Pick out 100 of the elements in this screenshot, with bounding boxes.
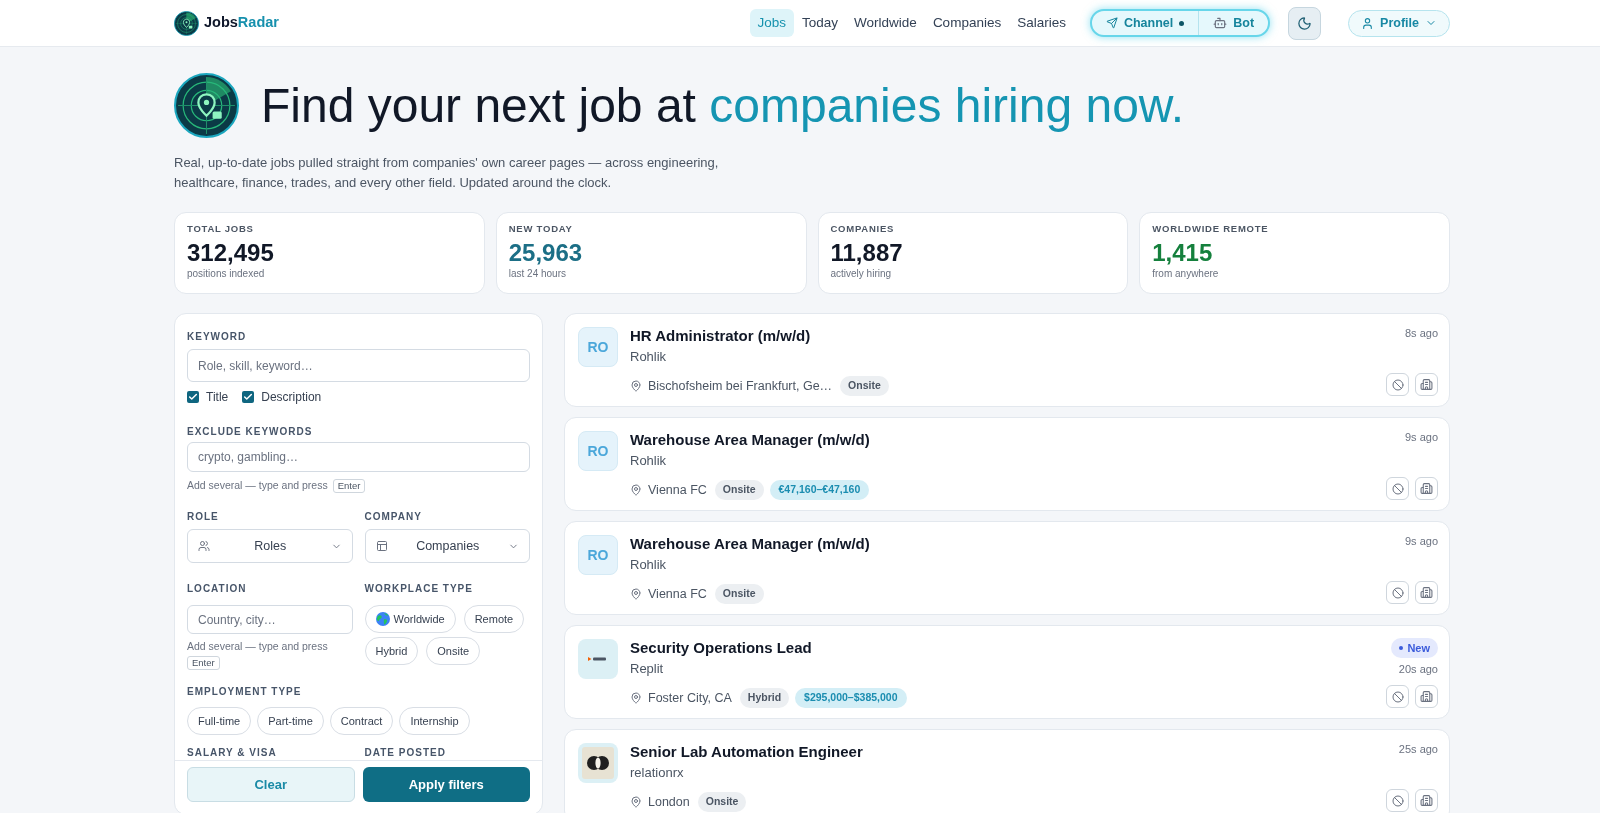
checkbox-option[interactable]: Description <box>242 388 322 406</box>
company-select[interactable]: Companies <box>364 529 530 563</box>
posted-time: 25s ago <box>1398 742 1438 756</box>
section-label: SALARY & VISA <box>187 747 278 759</box>
job-title: Warehouse Area Manager (m/w/d) <box>630 534 871 554</box>
workplace-tag: Onsite <box>714 584 764 604</box>
brand-name[interactable]: JobsRadar <box>204 12 279 34</box>
stat-note: positions indexed <box>187 268 266 280</box>
nav-link[interactable]: Companies <box>924 9 1010 37</box>
job-title: Warehouse Area Manager (m/w/d) <box>630 430 871 450</box>
workplace-tag: Hybrid <box>739 688 790 708</box>
checkbox-option[interactable]: Title <box>187 388 229 406</box>
posted-time: 9s ago <box>1404 534 1438 548</box>
nav-link[interactable]: Salaries <box>1009 9 1074 37</box>
company-name: Rohlik <box>630 556 668 574</box>
stat-note: actively hiring <box>830 268 893 280</box>
exclude-input[interactable]: crypto, gambling… <box>187 442 530 472</box>
filter-chip[interactable]: Remote <box>463 605 525 633</box>
company-page-button[interactable] <box>1415 477 1438 500</box>
check-icon <box>188 392 198 402</box>
posted-time: 8s ago <box>1404 326 1438 340</box>
building-icon <box>1420 690 1433 703</box>
stat-value: 312,495 <box>187 239 275 267</box>
hero-description: Real, up-to-date jobs pulled straight from companies' own career pages — across engineering, healthcare, finance, trades, and every other field. Updated around the clock. <box>174 154 720 192</box>
filter-chip[interactable]: Internship <box>399 707 470 735</box>
robot-icon <box>1213 16 1228 30</box>
salary-tag: $295,000–$385,000 <box>795 688 907 708</box>
stat-label: WORLDWIDE REMOTE <box>1152 223 1270 235</box>
ban-icon <box>1391 482 1404 495</box>
building-icon <box>1420 482 1433 495</box>
enter-key: Enter <box>332 479 366 493</box>
checkbox[interactable] <box>242 391 255 403</box>
location-pin-icon <box>630 692 642 704</box>
job-location: Vienna FC <box>648 585 707 603</box>
filter-chip[interactable]: Contract <box>329 707 394 735</box>
filter-chip[interactable]: Worldwide <box>364 605 456 633</box>
workplace-tag: Onsite <box>840 376 889 396</box>
hide-job-button[interactable] <box>1386 581 1409 604</box>
hide-job-button[interactable] <box>1386 685 1409 708</box>
stat-value: 11,887 <box>830 239 904 267</box>
send-icon <box>1105 17 1118 29</box>
ban-icon <box>1391 690 1404 703</box>
role-select[interactable]: Roles <box>187 529 353 563</box>
job-card[interactable]: Senior Lab Automation Engineer relationrx London Onsite 25s ago <box>564 729 1450 813</box>
radar-logo-icon <box>174 10 199 36</box>
apply-filters-button[interactable]: Apply filters <box>362 767 530 802</box>
hide-job-button[interactable] <box>1386 789 1409 812</box>
section-label: KEYWORD <box>187 331 248 343</box>
location-input[interactable]: Country, city… <box>187 605 353 634</box>
company-page-button[interactable] <box>1415 685 1438 708</box>
section-label: LOCATION <box>187 583 248 595</box>
job-card[interactable]: RO Warehouse Area Manager (m/w/d) Rohlik Vienna FC Onsite €47,160–€47,160 9s ago <box>564 417 1450 511</box>
section-label: WORKPLACE TYPE <box>364 583 474 595</box>
company-name: relationrx <box>630 764 685 782</box>
company-page-button[interactable] <box>1415 373 1438 396</box>
profile-button[interactable]: Profile <box>1348 9 1450 37</box>
filter-chip[interactable]: Onsite <box>426 637 481 665</box>
check-icon <box>243 392 254 402</box>
filter-chip[interactable]: Hybrid <box>364 637 419 665</box>
salary-tag: €47,160–€47,160 <box>769 480 870 500</box>
stat-label: TOTAL JOBS <box>187 223 255 235</box>
stat-label: COMPANIES <box>830 223 896 235</box>
ban-icon <box>1391 794 1404 807</box>
company-page-button[interactable] <box>1415 789 1438 812</box>
company-name: Replit <box>630 660 665 678</box>
section-label: EXCLUDE KEYWORDS <box>187 426 314 438</box>
company-initials: RO <box>578 431 618 471</box>
job-card[interactable]: Security Operations Lead Replit Foster City, CA Hybrid $295,000–$385,000 New 20s ago <box>564 625 1450 719</box>
filter-chip[interactable]: Part-time <box>257 707 324 735</box>
nav-link[interactable]: Worldwide <box>846 9 925 37</box>
job-title: Senior Lab Automation Engineer <box>630 742 864 762</box>
workplace-tag: Onsite <box>697 792 747 812</box>
job-card[interactable]: RO Warehouse Area Manager (m/w/d) Rohlik Vienna FC Onsite 9s ago <box>564 521 1450 615</box>
checkbox[interactable] <box>187 391 199 403</box>
posted-time: 9s ago <box>1404 430 1438 444</box>
clear-button[interactable]: Clear <box>187 767 355 802</box>
workplace-tag: Onsite <box>714 480 764 500</box>
stat-label: NEW TODAY <box>508 223 574 235</box>
job-card[interactable]: RO HR Administrator (m/w/d) Rohlik Bischofsheim bei Frankfurt, Ge… Onsite 8s ago <box>564 313 1450 407</box>
filter-chip[interactable]: Full-time <box>187 707 252 735</box>
channel-link[interactable]: Channel <box>1091 11 1199 35</box>
job-location: London <box>648 793 690 811</box>
bot-link[interactable]: Bot <box>1198 11 1269 35</box>
section-label: EMPLOYMENT TYPE <box>187 686 303 698</box>
job-location: Vienna FC <box>648 481 707 499</box>
ban-icon <box>1391 378 1404 391</box>
nav-link[interactable]: Today <box>794 9 847 37</box>
section-label: DATE POSTED <box>364 747 447 759</box>
stat-note: last 24 hours <box>508 268 567 280</box>
user-icon <box>1361 16 1375 30</box>
people-icon <box>198 540 210 552</box>
company-page-button[interactable] <box>1415 581 1438 604</box>
hide-job-button[interactable] <box>1386 373 1409 396</box>
posted-time: 20s ago <box>1398 662 1438 676</box>
hide-job-button[interactable] <box>1386 477 1409 500</box>
section-label: ROLE <box>187 511 220 523</box>
stat-value: 25,963 <box>508 239 584 267</box>
theme-toggle-button[interactable] <box>1288 6 1322 40</box>
location-pin-icon <box>630 588 642 600</box>
keyword-input[interactable]: Role, skill, keyword… <box>187 349 530 382</box>
